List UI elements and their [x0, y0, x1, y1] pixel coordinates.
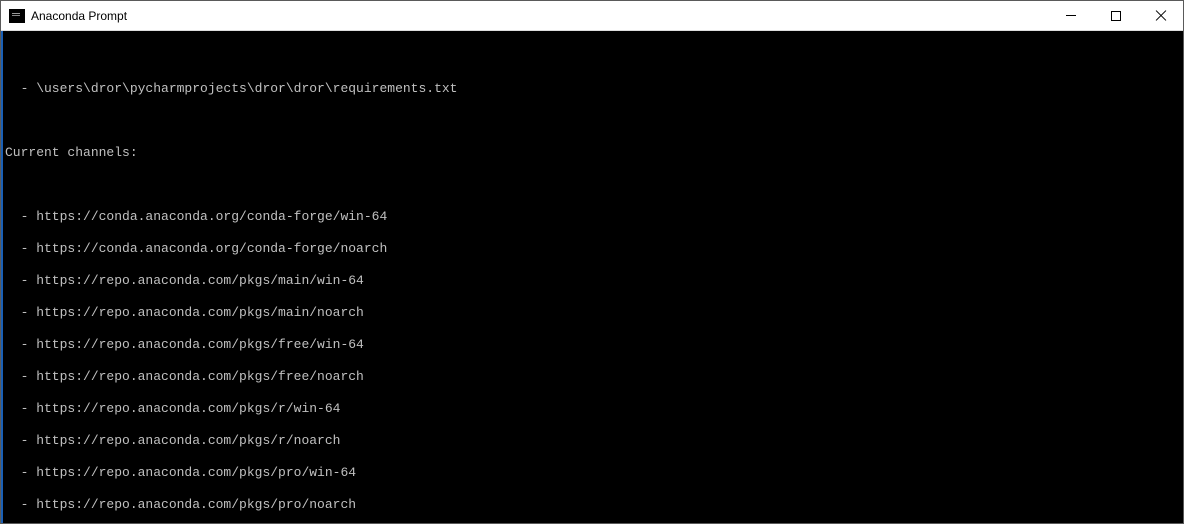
- channel-line: - https://repo.anaconda.com/pkgs/r/noarc…: [5, 433, 1183, 449]
- channel-line: - https://conda.anaconda.org/conda-forge…: [5, 209, 1183, 225]
- terminal-icon: [9, 9, 25, 23]
- channel-line: - https://repo.anaconda.com/pkgs/free/no…: [5, 369, 1183, 385]
- output-line: Current channels:: [5, 145, 1183, 161]
- maximize-icon: [1111, 11, 1121, 21]
- titlebar[interactable]: Anaconda Prompt: [1, 1, 1183, 31]
- window-title: Anaconda Prompt: [31, 9, 1048, 23]
- close-icon: [1155, 10, 1167, 22]
- channel-line: - https://repo.anaconda.com/pkgs/main/no…: [5, 305, 1183, 321]
- close-button[interactable]: [1138, 1, 1183, 30]
- channel-line: - https://conda.anaconda.org/conda-forge…: [5, 241, 1183, 257]
- channel-line: - https://repo.anaconda.com/pkgs/r/win-6…: [5, 401, 1183, 417]
- minimize-icon: [1066, 15, 1076, 16]
- minimize-button[interactable]: [1048, 1, 1093, 30]
- channel-line: - https://repo.anaconda.com/pkgs/pro/win…: [5, 465, 1183, 481]
- channel-line: - https://repo.anaconda.com/pkgs/free/wi…: [5, 337, 1183, 353]
- channel-line: - https://repo.anaconda.com/pkgs/main/wi…: [5, 273, 1183, 289]
- output-line: - \users\dror\pycharmprojects\dror\dror\…: [5, 81, 1183, 97]
- maximize-button[interactable]: [1093, 1, 1138, 30]
- window-frame: Anaconda Prompt - \users\dror\pycharmpro…: [0, 0, 1184, 524]
- terminal-output[interactable]: - \users\dror\pycharmprojects\dror\dror\…: [1, 31, 1183, 523]
- window-controls: [1048, 1, 1183, 30]
- channel-line: - https://repo.anaconda.com/pkgs/pro/noa…: [5, 497, 1183, 513]
